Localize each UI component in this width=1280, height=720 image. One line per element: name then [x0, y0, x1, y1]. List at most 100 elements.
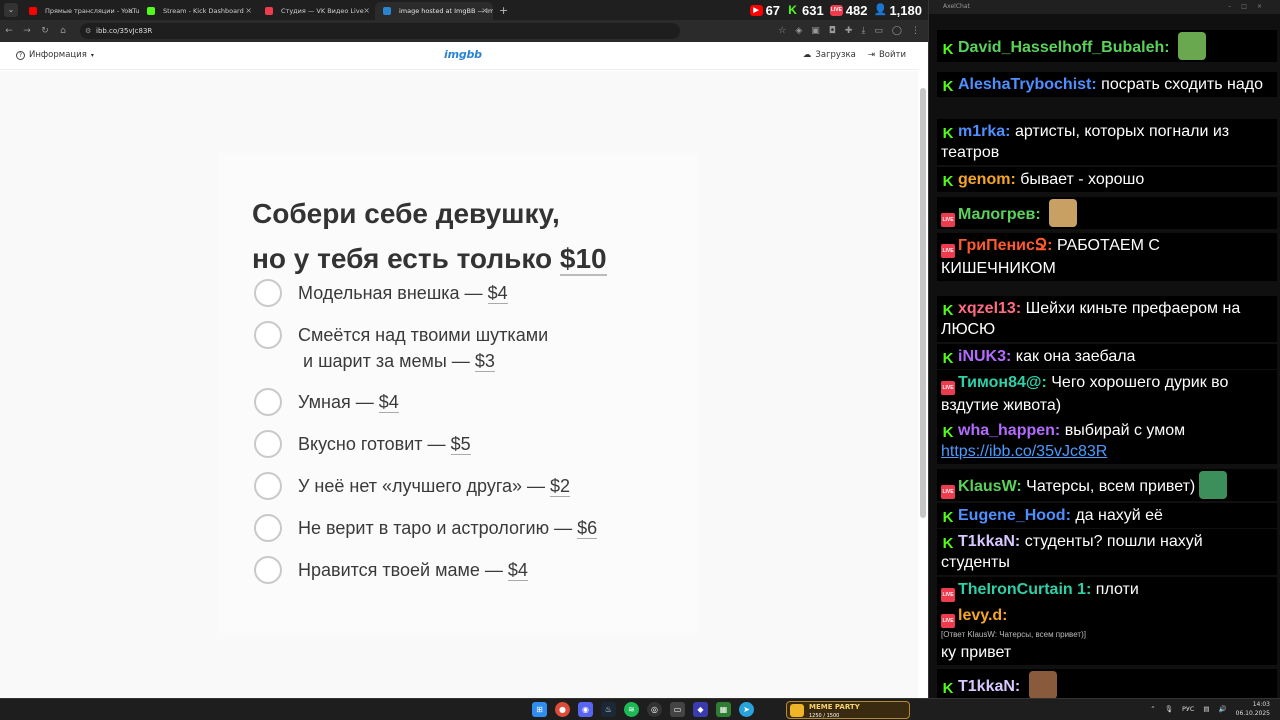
chat-username[interactable]: wha_happen: — [958, 422, 1060, 439]
windows-start-icon[interactable]: ⊞ — [532, 702, 547, 717]
microphone-icon[interactable]: 🎙 — [1165, 705, 1173, 713]
kick-icon: K — [942, 509, 954, 526]
network-icon[interactable]: ▤ — [1203, 705, 1209, 713]
tab-kick[interactable]: Stream - Kick Dashboard × — [139, 2, 257, 20]
user-icon: 👤 — [873, 3, 888, 16]
chat-username[interactable]: Малогрев: — [958, 206, 1041, 223]
imgbb-logo[interactable]: imgbb — [444, 48, 482, 61]
info-label: Информация — [29, 50, 87, 60]
kick-icon: K — [942, 302, 954, 319]
tab-vk[interactable]: Студия — VK Видео Live × — [257, 2, 375, 20]
tab-imgbb[interactable]: image hosted at ImgBB — Img × — [375, 2, 493, 20]
window-controls[interactable]: –□× — [1228, 0, 1272, 14]
close-icon[interactable]: × — [127, 2, 134, 20]
youtube-icon: ▶ — [749, 4, 763, 16]
address-bar[interactable]: ⚙ ibb.co/35vJc83R — [80, 23, 680, 39]
chat-link[interactable]: https://ibb.co/35vJc83R — [941, 443, 1107, 460]
option-text: Вкусно готовит — — [298, 434, 446, 454]
vk-live-icon: LIVE — [941, 213, 955, 227]
obs-icon[interactable]: ◎ — [647, 702, 662, 717]
taskbar: ⊞ ● ◉ ♨ ≋ ◎ ▭ ◆ ▦ ➤ MEME PARTY 1250 / 15… — [0, 698, 1280, 720]
split-view-icon[interactable]: ▭ — [874, 26, 883, 36]
extension-icon[interactable]: ▣ — [811, 26, 820, 36]
chat-text: ку привет — [941, 644, 1012, 661]
close-icon[interactable]: × — [245, 2, 252, 20]
download-icon[interactable]: ⤓ — [861, 26, 865, 36]
radio-circle — [254, 430, 282, 458]
chat-username[interactable]: AleshaTrybochist: — [958, 76, 1097, 93]
app-icon[interactable]: ▭ — [670, 702, 685, 717]
option-price: $6 — [577, 518, 598, 539]
app-icon[interactable]: ◆ — [693, 702, 708, 717]
chat-message: Kxqzel13: Шейхи киньте префаером на ЛЮСЮ — [937, 296, 1277, 342]
chat-username[interactable]: T1kkaN: — [958, 678, 1020, 695]
tab-title: Прямые трансляции - YouTube — [45, 7, 139, 15]
vk-live-icon: LIVE — [941, 381, 955, 395]
page-scrollbar[interactable] — [920, 88, 926, 518]
total-viewers: 👤 1,180 — [873, 3, 922, 18]
forward-icon[interactable]: → — [18, 26, 36, 36]
chat-feed[interactable]: K David_Hasselhoff_Bubaleh: K AleshaTryboc… — [929, 14, 1280, 698]
spotify-icon[interactable]: ≋ — [624, 702, 639, 717]
info-menu[interactable]: ? Информация ▾ — [16, 50, 94, 60]
extension-icon[interactable]: ◈ — [795, 26, 802, 36]
reload-icon[interactable]: ↻ — [36, 26, 54, 36]
chrome-icon[interactable]: ● — [555, 702, 570, 717]
imgbb-page: ? Информация ▾ imgbb ☁ Загрузка ⇥ Войти Со… — [0, 42, 928, 698]
upload-button[interactable]: ☁ Загрузка — [803, 50, 856, 60]
discord-icon[interactable]: ◉ — [578, 702, 593, 717]
login-label: Войти — [878, 50, 906, 60]
chat-username[interactable]: genom: — [958, 171, 1016, 188]
kick-icon: K — [942, 680, 954, 697]
volume-icon[interactable]: 🔊 — [1219, 705, 1227, 713]
option-text-2: и шарит за мемы — — [303, 351, 470, 371]
chat-username[interactable]: ГриПенисՋ: — [958, 237, 1052, 254]
login-button[interactable]: ⇥ Войти — [868, 50, 906, 60]
new-tab-button[interactable]: + — [499, 4, 508, 17]
chat-message: K David_Hasselhoff_Bubaleh: — [937, 30, 1277, 62]
chat-app-title: AxelChat — [943, 3, 970, 10]
home-icon[interactable]: ⌂ — [54, 26, 72, 36]
dog-emote-icon — [1049, 199, 1078, 227]
chat-username[interactable]: Тимон84@: — [958, 374, 1047, 391]
bookmark-star-icon[interactable]: ☆ — [778, 26, 786, 36]
chat-username[interactable]: m1rka: — [958, 123, 1010, 140]
telegram-icon[interactable]: ➤ — [739, 702, 754, 717]
chat-message: Kwha_happen: выбирай с умом https://ibb.c… — [937, 418, 1277, 464]
close-icon[interactable]: × — [363, 2, 370, 20]
close-icon[interactable]: × — [481, 2, 488, 20]
meme-party-widget[interactable]: MEME PARTY 1250 / 1500 — [786, 701, 910, 719]
profile-icon[interactable]: ◯ — [892, 26, 902, 36]
chat-message: LIVE levy.d: [Ответ KlausW: Чатерсы, всем … — [937, 603, 1277, 665]
option-price: $3 — [474, 351, 495, 372]
chat-username[interactable]: KlausW: — [958, 478, 1022, 495]
image-title: Собери себе девушку, но у тебя есть толь… — [252, 191, 692, 281]
language-indicator[interactable]: РУС — [1182, 705, 1194, 713]
chat-username[interactable]: iNUK3: — [958, 348, 1011, 365]
extensions-puzzle-icon[interactable]: ✚ — [845, 26, 853, 36]
title-line-1: Собери себе девушку, — [252, 198, 560, 229]
menu-icon[interactable]: ⋮ — [911, 26, 920, 36]
chat-message: KiNUK3: как она заебала — [937, 344, 1277, 369]
app-icon[interactable]: ▦ — [716, 702, 731, 717]
extension-icon[interactable]: ◘ — [829, 26, 836, 36]
chat-username[interactable]: T1kkaN: — [958, 533, 1020, 550]
steam-icon[interactable]: ♨ — [601, 702, 616, 717]
clock[interactable]: 14:03 06.10.2025 — [1236, 700, 1270, 718]
kick-icon: K — [942, 424, 954, 441]
chat-username[interactable]: TheIronCurtain 1: — [958, 581, 1091, 598]
radio-circle — [254, 472, 282, 500]
kick-icon: K — [942, 41, 954, 58]
total-count: 1,180 — [889, 2, 922, 18]
chat-username[interactable]: Eugene_Hood: — [958, 507, 1071, 524]
chevron-up-icon[interactable]: ⌃ — [1150, 705, 1155, 713]
chat-username[interactable]: xqzel13: — [958, 300, 1021, 317]
chat-username[interactable]: levy.d: — [958, 607, 1008, 624]
site-info-icon[interactable]: ⚙ — [85, 23, 91, 39]
tab-youtube[interactable]: Прямые трансляции - YouTube × — [21, 2, 139, 20]
tab-search-button[interactable]: ⌄ — [4, 3, 18, 17]
back-icon[interactable]: ← — [0, 26, 18, 36]
meme-party-progress: 1250 / 1500 — [809, 713, 840, 719]
chat-username[interactable]: David_Hasselhoff_Bubaleh: — [958, 39, 1170, 56]
youtube-icon — [29, 7, 37, 15]
